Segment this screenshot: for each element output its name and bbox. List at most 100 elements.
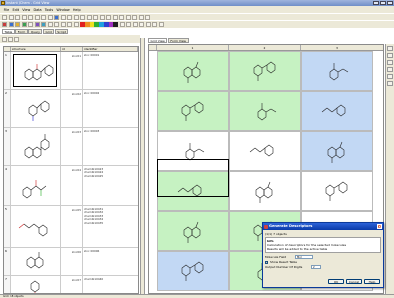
output-digits-input[interactable]: 2 bbox=[311, 265, 321, 269]
history-icon[interactable] bbox=[387, 74, 393, 79]
grid-cell[interactable] bbox=[229, 131, 301, 171]
export-icon[interactable] bbox=[60, 22, 66, 27]
last-record-icon[interactable] bbox=[99, 14, 105, 20]
grid-col-header-2[interactable]: 2 bbox=[229, 45, 301, 50]
menu-edit[interactable]: Edit bbox=[11, 8, 21, 12]
refresh-icon[interactable] bbox=[73, 14, 79, 20]
menu-window[interactable]: Window bbox=[55, 8, 72, 12]
tab-grid[interactable]: Grid bbox=[42, 29, 55, 34]
table-row[interactable]: 1 zinc01 zinc 00001 bbox=[4, 52, 138, 90]
structure-cell[interactable] bbox=[11, 276, 61, 293]
layout-icon[interactable] bbox=[152, 22, 157, 27]
find-icon[interactable] bbox=[73, 22, 79, 27]
maximize-button[interactable] bbox=[380, 1, 386, 5]
molecule-field-select[interactable]: Mol bbox=[295, 255, 313, 259]
options-icon[interactable] bbox=[158, 22, 164, 27]
minimize-button[interactable] bbox=[373, 1, 379, 5]
highlight-icon[interactable] bbox=[41, 22, 46, 27]
grid-col-header-1[interactable]: 1 bbox=[157, 45, 229, 50]
zoom-out-icon[interactable] bbox=[112, 14, 118, 20]
first-page-icon[interactable] bbox=[119, 22, 125, 27]
undo-icon[interactable] bbox=[41, 14, 46, 20]
grid-cell[interactable] bbox=[301, 131, 373, 171]
tab-query[interactable]: Query bbox=[28, 29, 43, 34]
settings-icon[interactable] bbox=[145, 14, 150, 20]
table-row[interactable]: 7 zinc07 chembl10440 bbox=[4, 276, 138, 293]
left-first-icon[interactable] bbox=[2, 36, 7, 42]
properties-icon[interactable] bbox=[387, 46, 393, 51]
prev-page-icon[interactable] bbox=[126, 22, 131, 27]
sort-icon[interactable] bbox=[67, 14, 72, 20]
last-page-icon[interactable] bbox=[139, 22, 144, 27]
prev-record-icon[interactable] bbox=[86, 14, 92, 20]
fit-icon[interactable] bbox=[145, 22, 151, 27]
grid-view-icon[interactable] bbox=[119, 14, 124, 20]
col-header-structure[interactable]: structure bbox=[11, 47, 61, 51]
grid-cell[interactable] bbox=[229, 171, 301, 211]
menu-tools[interactable]: Tools bbox=[43, 8, 55, 12]
col-header-identifier[interactable]: identifier bbox=[83, 47, 138, 51]
structure-cell[interactable] bbox=[11, 52, 61, 89]
panel-splitter[interactable] bbox=[140, 38, 145, 294]
dialog-close-button[interactable]: × bbox=[377, 224, 382, 229]
col-header-num[interactable] bbox=[4, 47, 11, 51]
structure-cell[interactable] bbox=[11, 90, 61, 127]
ok-button[interactable]: OK bbox=[328, 279, 344, 284]
structure-cell[interactable] bbox=[11, 206, 61, 247]
grid-col-header-3[interactable]: 3 bbox=[301, 45, 373, 50]
grid-cell[interactable] bbox=[301, 91, 373, 131]
cut-icon[interactable] bbox=[21, 14, 27, 20]
table-row[interactable]: 3 zinc03 zinc 00003 bbox=[4, 128, 138, 166]
tab-table[interactable]: Table bbox=[2, 29, 15, 34]
col-header-id[interactable]: id bbox=[61, 47, 83, 51]
table-row[interactable]: 4 zinc04 chembl10423 chembl10424 chembl1… bbox=[4, 166, 138, 206]
tab-grid-view[interactable]: Grid View bbox=[148, 38, 168, 43]
grid-cell[interactable] bbox=[229, 51, 301, 91]
first-record-icon[interactable] bbox=[80, 14, 85, 20]
menu-data[interactable]: Data bbox=[32, 8, 43, 12]
print-icon[interactable] bbox=[67, 22, 72, 27]
tab-script[interactable]: Script bbox=[54, 29, 69, 34]
grid-cell[interactable] bbox=[301, 171, 373, 211]
grid-lines-icon[interactable] bbox=[54, 22, 59, 27]
tab-form[interactable]: Form bbox=[15, 29, 28, 34]
grid-cell[interactable] bbox=[157, 211, 229, 251]
left-next-icon[interactable] bbox=[14, 36, 19, 42]
grid-cell[interactable] bbox=[301, 51, 373, 91]
menu-file[interactable]: File bbox=[2, 8, 11, 12]
copy-icon[interactable] bbox=[28, 14, 33, 20]
grid-cell[interactable] bbox=[157, 91, 229, 131]
structure-cell[interactable] bbox=[11, 128, 61, 165]
structure-cell[interactable] bbox=[11, 248, 61, 275]
table-view-icon[interactable] bbox=[132, 14, 137, 20]
add-row-icon[interactable] bbox=[8, 22, 14, 27]
filter-icon[interactable] bbox=[60, 14, 66, 20]
table-row[interactable]: 2 zinc02 zinc 00002 bbox=[4, 90, 138, 128]
table-row[interactable]: 5 zinc05 chembl10431 chembl10432 chembl1… bbox=[4, 206, 138, 248]
bookmark-icon[interactable] bbox=[387, 81, 393, 86]
redo-icon[interactable] bbox=[47, 14, 53, 20]
tab-form-view[interactable]: Form View bbox=[167, 38, 189, 43]
left-prev-icon[interactable] bbox=[8, 36, 13, 42]
save-icon[interactable] bbox=[15, 14, 20, 20]
help-button[interactable]: Help bbox=[364, 279, 380, 284]
paste-icon[interactable] bbox=[34, 14, 40, 20]
navigator-icon[interactable] bbox=[387, 60, 393, 65]
next-page-icon[interactable] bbox=[132, 22, 138, 27]
color-palette[interactable] bbox=[80, 22, 118, 27]
zoom-in-icon[interactable] bbox=[106, 14, 111, 20]
show-result-checkbox[interactable]: ✓ bbox=[265, 260, 268, 264]
next-record-icon[interactable] bbox=[93, 14, 98, 20]
grid-cell[interactable] bbox=[157, 251, 229, 291]
delete-icon[interactable] bbox=[2, 22, 7, 27]
close-window-button[interactable] bbox=[387, 1, 393, 5]
new-icon[interactable] bbox=[2, 14, 7, 20]
color-icon[interactable] bbox=[34, 22, 40, 27]
table-row[interactable]: 6 zinc06 zinc 00006 bbox=[4, 248, 138, 276]
form-view-icon[interactable] bbox=[125, 14, 131, 20]
grid-cell[interactable] bbox=[157, 51, 229, 91]
align-icon[interactable] bbox=[47, 22, 53, 27]
commit-icon[interactable] bbox=[21, 22, 27, 27]
palette-icon[interactable] bbox=[387, 53, 393, 58]
cancel-button[interactable]: Cancel bbox=[346, 279, 362, 284]
